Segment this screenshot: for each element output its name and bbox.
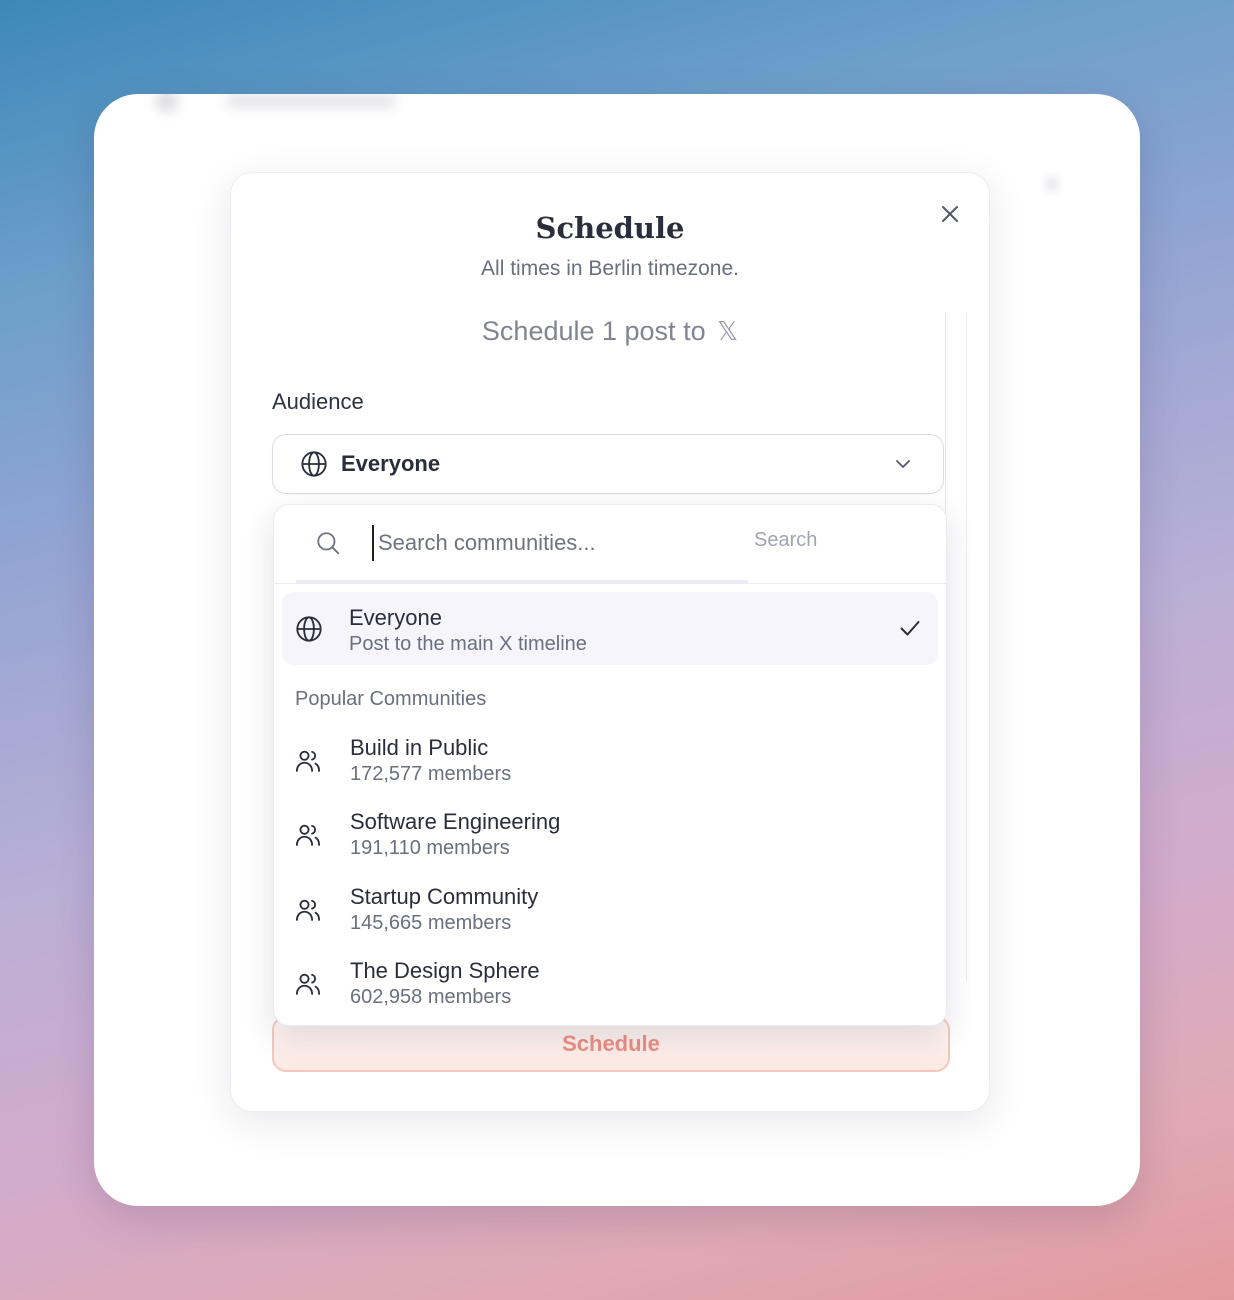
search-input-underline: [296, 580, 748, 583]
schedule-summary: Schedule 1 post to 𝕏: [231, 316, 989, 347]
audience-select[interactable]: Everyone: [272, 434, 944, 494]
schedule-summary-text: Schedule 1 post to: [481, 316, 706, 346]
globe-icon: [301, 451, 327, 477]
audience-dropdown: Search Everyone Post to the main X timel…: [273, 504, 947, 1026]
x-logo-icon: 𝕏: [717, 317, 739, 347]
users-icon: [295, 750, 321, 772]
scrollbar[interactable]: [945, 313, 967, 981]
modal-subtitle: All times in Berlin timezone.: [481, 257, 739, 280]
background-title: [226, 94, 396, 108]
audience-selected-value: Everyone: [341, 451, 441, 476]
check-icon: [900, 621, 920, 636]
background-dot: [1044, 176, 1060, 192]
audience-label: Audience: [272, 389, 364, 414]
option-everyone-subtitle: Post to the main X timeline: [349, 633, 587, 655]
community-name: The Design Sphere: [350, 958, 540, 983]
search-icon: [317, 532, 340, 555]
users-icon: [295, 899, 321, 921]
community-item[interactable]: Startup Community 145,665 members: [282, 880, 938, 946]
community-members: 602,958 members: [350, 986, 512, 1008]
community-name: Software Engineering: [350, 809, 561, 834]
chevron-down-icon: [896, 460, 910, 468]
search-button[interactable]: Search: [754, 529, 844, 559]
community-members: 191,110 members: [350, 837, 510, 859]
section-label-popular: Popular Communities: [295, 688, 487, 710]
community-name: Build in Public: [350, 735, 489, 760]
community-item[interactable]: Software Engineering 191,110 members: [282, 805, 938, 871]
community-name: Startup Community: [350, 884, 539, 909]
community-search: Search: [274, 505, 946, 584]
option-everyone[interactable]: Everyone Post to the main X timeline: [282, 592, 938, 665]
community-members: 172,577 members: [350, 763, 512, 785]
background-avatar: [156, 94, 178, 112]
search-input[interactable]: [372, 525, 748, 561]
community-item[interactable]: The Design Sphere 602,958 members: [282, 954, 938, 1020]
community-item[interactable]: Build in Public 172,577 members: [282, 731, 938, 797]
users-icon: [295, 824, 321, 846]
background-header: [156, 94, 416, 114]
option-everyone-title: Everyone: [349, 605, 442, 630]
modal-title: Schedule: [535, 211, 685, 245]
globe-icon: [296, 616, 322, 642]
users-icon: [295, 973, 321, 995]
community-members: 145,665 members: [350, 912, 512, 934]
